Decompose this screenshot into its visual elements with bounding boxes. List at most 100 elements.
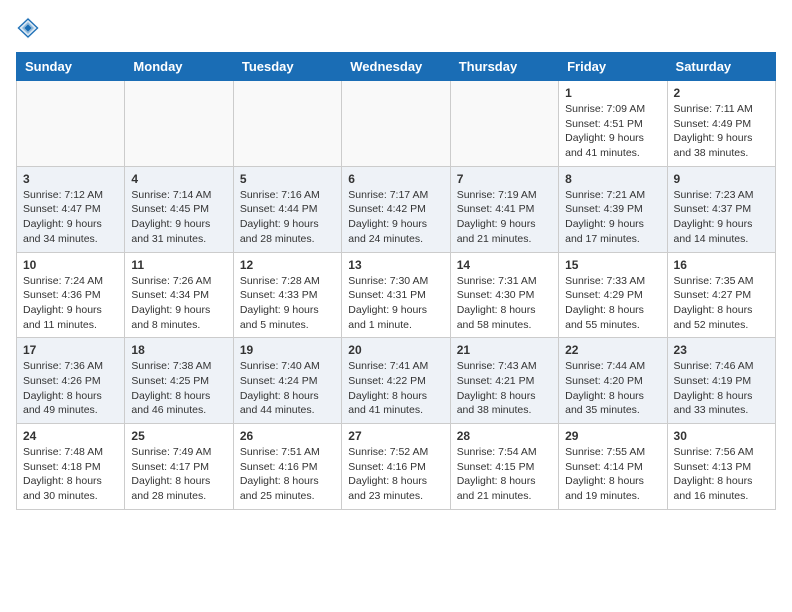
day-number: 2: [674, 86, 769, 100]
day-info: Sunrise: 7:26 AM Sunset: 4:34 PM Dayligh…: [131, 274, 226, 333]
day-number: 5: [240, 172, 335, 186]
day-info: Sunrise: 7:33 AM Sunset: 4:29 PM Dayligh…: [565, 274, 660, 333]
day-cell: [17, 81, 125, 167]
day-info: Sunrise: 7:23 AM Sunset: 4:37 PM Dayligh…: [674, 188, 769, 247]
day-info: Sunrise: 7:46 AM Sunset: 4:19 PM Dayligh…: [674, 359, 769, 418]
day-info: Sunrise: 7:17 AM Sunset: 4:42 PM Dayligh…: [348, 188, 443, 247]
day-info: Sunrise: 7:24 AM Sunset: 4:36 PM Dayligh…: [23, 274, 118, 333]
day-info: Sunrise: 7:14 AM Sunset: 4:45 PM Dayligh…: [131, 188, 226, 247]
day-cell: 2 Sunrise: 7:11 AM Sunset: 4:49 PM Daylig…: [667, 81, 775, 167]
weekday-header-thursday: Thursday: [450, 53, 558, 81]
day-cell: 8 Sunrise: 7:21 AM Sunset: 4:39 PM Daylig…: [559, 166, 667, 252]
day-info: Sunrise: 7:56 AM Sunset: 4:13 PM Dayligh…: [674, 445, 769, 504]
header: [16, 16, 776, 40]
day-number: 14: [457, 258, 552, 272]
day-number: 10: [23, 258, 118, 272]
day-number: 13: [348, 258, 443, 272]
weekday-header-tuesday: Tuesday: [233, 53, 341, 81]
day-cell: 26 Sunrise: 7:51 AM Sunset: 4:16 PM Dayli…: [233, 424, 341, 510]
day-cell: 15 Sunrise: 7:33 AM Sunset: 4:29 PM Dayli…: [559, 252, 667, 338]
day-cell: [450, 81, 558, 167]
day-info: Sunrise: 7:11 AM Sunset: 4:49 PM Dayligh…: [674, 102, 769, 161]
day-cell: 11 Sunrise: 7:26 AM Sunset: 4:34 PM Dayli…: [125, 252, 233, 338]
day-info: Sunrise: 7:16 AM Sunset: 4:44 PM Dayligh…: [240, 188, 335, 247]
day-cell: 30 Sunrise: 7:56 AM Sunset: 4:13 PM Dayli…: [667, 424, 775, 510]
week-row-1: 1 Sunrise: 7:09 AM Sunset: 4:51 PM Daylig…: [17, 81, 776, 167]
day-number: 16: [674, 258, 769, 272]
day-info: Sunrise: 7:49 AM Sunset: 4:17 PM Dayligh…: [131, 445, 226, 504]
day-cell: 7 Sunrise: 7:19 AM Sunset: 4:41 PM Daylig…: [450, 166, 558, 252]
day-cell: 14 Sunrise: 7:31 AM Sunset: 4:30 PM Dayli…: [450, 252, 558, 338]
week-row-2: 3 Sunrise: 7:12 AM Sunset: 4:47 PM Daylig…: [17, 166, 776, 252]
day-info: Sunrise: 7:19 AM Sunset: 4:41 PM Dayligh…: [457, 188, 552, 247]
day-cell: [233, 81, 341, 167]
day-cell: 22 Sunrise: 7:44 AM Sunset: 4:20 PM Dayli…: [559, 338, 667, 424]
day-number: 19: [240, 343, 335, 357]
day-info: Sunrise: 7:12 AM Sunset: 4:47 PM Dayligh…: [23, 188, 118, 247]
day-number: 1: [565, 86, 660, 100]
day-info: Sunrise: 7:35 AM Sunset: 4:27 PM Dayligh…: [674, 274, 769, 333]
day-info: Sunrise: 7:43 AM Sunset: 4:21 PM Dayligh…: [457, 359, 552, 418]
day-info: Sunrise: 7:36 AM Sunset: 4:26 PM Dayligh…: [23, 359, 118, 418]
day-number: 26: [240, 429, 335, 443]
day-cell: 29Sunrise: 7:55 AM Sunset: 4:14 PM Dayli…: [559, 424, 667, 510]
weekday-header-monday: Monday: [125, 53, 233, 81]
day-cell: 6 Sunrise: 7:17 AM Sunset: 4:42 PM Daylig…: [342, 166, 450, 252]
day-info: Sunrise: 7:51 AM Sunset: 4:16 PM Dayligh…: [240, 445, 335, 504]
day-number: 6: [348, 172, 443, 186]
day-cell: 4Sunrise: 7:14 AM Sunset: 4:45 PM Daylig…: [125, 166, 233, 252]
day-cell: 21 Sunrise: 7:43 AM Sunset: 4:21 PM Dayli…: [450, 338, 558, 424]
weekday-header-sunday: Sunday: [17, 53, 125, 81]
week-row-5: 24 Sunrise: 7:48 AM Sunset: 4:18 PM Dayli…: [17, 424, 776, 510]
day-number: 8: [565, 172, 660, 186]
day-info: Sunrise: 7:40 AM Sunset: 4:24 PM Dayligh…: [240, 359, 335, 418]
day-cell: 17 Sunrise: 7:36 AM Sunset: 4:26 PM Dayli…: [17, 338, 125, 424]
day-info: Sunrise: 7:09 AM Sunset: 4:51 PM Dayligh…: [565, 102, 660, 161]
logo: [16, 16, 44, 40]
day-info: Sunrise: 7:21 AM Sunset: 4:39 PM Dayligh…: [565, 188, 660, 247]
day-cell: 24 Sunrise: 7:48 AM Sunset: 4:18 PM Dayli…: [17, 424, 125, 510]
day-number: 25: [131, 429, 226, 443]
day-number: 28: [457, 429, 552, 443]
day-number: 27: [348, 429, 443, 443]
day-cell: 16 Sunrise: 7:35 AM Sunset: 4:27 PM Dayli…: [667, 252, 775, 338]
week-row-4: 17 Sunrise: 7:36 AM Sunset: 4:26 PM Dayli…: [17, 338, 776, 424]
day-info: Sunrise: 7:28 AM Sunset: 4:33 PM Dayligh…: [240, 274, 335, 333]
day-info: Sunrise: 7:31 AM Sunset: 4:30 PM Dayligh…: [457, 274, 552, 333]
day-number: 29: [565, 429, 660, 443]
day-cell: 25 Sunrise: 7:49 AM Sunset: 4:17 PM Dayli…: [125, 424, 233, 510]
day-info: Sunrise: 7:41 AM Sunset: 4:22 PM Dayligh…: [348, 359, 443, 418]
day-info: Sunrise: 7:54 AM Sunset: 4:15 PM Dayligh…: [457, 445, 552, 504]
day-cell: 18 Sunrise: 7:38 AM Sunset: 4:25 PM Dayli…: [125, 338, 233, 424]
day-cell: 1 Sunrise: 7:09 AM Sunset: 4:51 PM Daylig…: [559, 81, 667, 167]
day-info: Sunrise: 7:48 AM Sunset: 4:18 PM Dayligh…: [23, 445, 118, 504]
day-cell: [125, 81, 233, 167]
day-number: 11: [131, 258, 226, 272]
day-number: 30: [674, 429, 769, 443]
day-number: 15: [565, 258, 660, 272]
day-cell: 5 Sunrise: 7:16 AM Sunset: 4:44 PM Daylig…: [233, 166, 341, 252]
day-info: Sunrise: 7:38 AM Sunset: 4:25 PM Dayligh…: [131, 359, 226, 418]
day-number: 18: [131, 343, 226, 357]
day-number: 9: [674, 172, 769, 186]
weekday-header-wednesday: Wednesday: [342, 53, 450, 81]
day-number: 24: [23, 429, 118, 443]
day-number: 17: [23, 343, 118, 357]
day-number: 20: [348, 343, 443, 357]
calendar: SundayMondayTuesdayWednesdayThursdayFrid…: [16, 52, 776, 510]
day-number: 22: [565, 343, 660, 357]
day-cell: 20 Sunrise: 7:41 AM Sunset: 4:22 PM Dayli…: [342, 338, 450, 424]
day-number: 21: [457, 343, 552, 357]
week-row-3: 10 Sunrise: 7:24 AM Sunset: 4:36 PM Dayli…: [17, 252, 776, 338]
day-info: Sunrise: 7:44 AM Sunset: 4:20 PM Dayligh…: [565, 359, 660, 418]
day-cell: 19 Sunrise: 7:40 AM Sunset: 4:24 PM Dayli…: [233, 338, 341, 424]
day-cell: 27Sunrise: 7:52 AM Sunset: 4:16 PM Dayli…: [342, 424, 450, 510]
day-cell: 23Sunrise: 7:46 AM Sunset: 4:19 PM Dayli…: [667, 338, 775, 424]
day-number: 12: [240, 258, 335, 272]
day-number: 3: [23, 172, 118, 186]
day-cell: 9 Sunrise: 7:23 AM Sunset: 4:37 PM Daylig…: [667, 166, 775, 252]
weekday-header-friday: Friday: [559, 53, 667, 81]
weekday-header-saturday: Saturday: [667, 53, 775, 81]
day-cell: 13Sunrise: 7:30 AM Sunset: 4:31 PM Dayli…: [342, 252, 450, 338]
day-number: 7: [457, 172, 552, 186]
